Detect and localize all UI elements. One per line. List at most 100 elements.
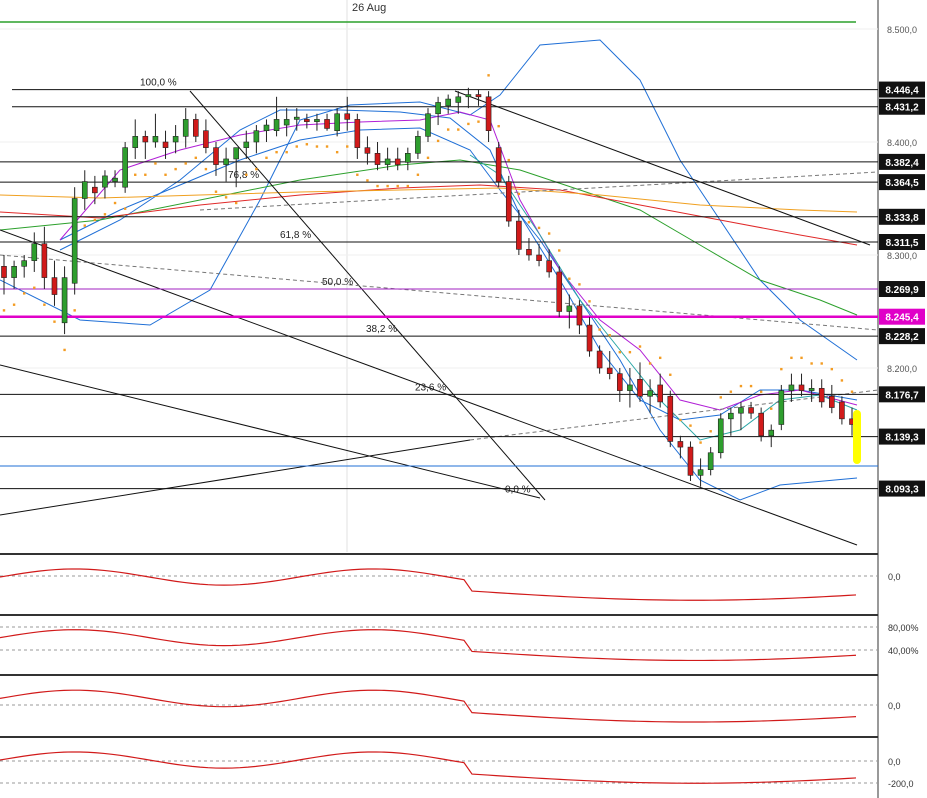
candle-body: [172, 136, 179, 143]
psar-dot: [245, 173, 248, 176]
candle-body: [11, 265, 17, 278]
candle-body: [253, 130, 260, 143]
candle-body: [112, 177, 118, 182]
psar-dot: [547, 232, 551, 235]
candle-body: [233, 147, 239, 160]
psar-dot: [83, 224, 86, 227]
candle-body: [425, 113, 431, 137]
price-chart: 100,0 % 76,8 % 61,8 % 50,0 % 38,2 % 23,6 % 0,0…: [0, 0, 927, 798]
panel-tick-label: 40,00%: [888, 646, 919, 656]
psar-dot: [588, 300, 591, 303]
candle-body: [31, 243, 38, 261]
candle-body: [728, 412, 734, 420]
psar-dot: [325, 145, 329, 148]
candle-body: [485, 96, 492, 132]
psar-dot: [648, 362, 652, 365]
psar-dot: [224, 196, 228, 199]
psar-dot: [780, 367, 783, 371]
candle-body: [152, 136, 159, 143]
date-label: 26 Aug: [352, 2, 387, 14]
candle-body: [51, 277, 58, 295]
psar-dot: [356, 173, 359, 176]
psar-dot: [810, 362, 813, 365]
y-tick-label: 8.500,0: [887, 25, 917, 35]
candle-body: [223, 158, 229, 165]
psar-dot: [699, 441, 702, 444]
candle-body: [566, 305, 573, 312]
candle-body: [314, 119, 320, 122]
y-tick-label: 8.400,0: [887, 138, 917, 148]
psar-dot: [285, 150, 288, 154]
level-price-label: 8.093,3: [885, 485, 919, 496]
candle-body: [71, 198, 78, 284]
panel-tick-label: 0,0: [888, 572, 901, 582]
psar-dot: [446, 128, 450, 131]
candle-body: [798, 384, 805, 391]
fib-label: 23,6 %: [415, 382, 446, 393]
psar-dot: [658, 356, 662, 360]
highlight-marker: [853, 410, 861, 464]
fib-label: 76,8 %: [228, 170, 259, 181]
candle-body: [546, 260, 552, 273]
candle-body: [586, 324, 593, 352]
panel-tick-label: 0,0: [888, 701, 901, 711]
psar-dot: [194, 156, 198, 160]
candle-body: [516, 220, 522, 250]
psar-dot: [214, 190, 218, 193]
candle-body: [21, 260, 27, 267]
candle-body: [606, 367, 613, 374]
psar-dot: [376, 184, 379, 188]
psar-dot: [719, 396, 722, 399]
panel-tick-label: 80,00%: [888, 623, 919, 633]
candle-body: [627, 384, 633, 391]
psar-dot: [416, 173, 420, 176]
psar-dot: [93, 218, 97, 222]
candle-body: [182, 119, 189, 137]
psar-dot: [22, 292, 26, 295]
candle-body: [384, 158, 391, 165]
candle-body: [768, 429, 775, 437]
psar-dot: [568, 277, 571, 280]
psar-dot: [366, 179, 369, 182]
psar-dot: [164, 173, 167, 176]
psar-dot: [174, 167, 177, 171]
psar-dot: [295, 145, 298, 148]
psar-dot: [73, 309, 76, 312]
candle-body: [213, 147, 219, 165]
level-price-label: 8.269,9: [885, 285, 919, 296]
psar-dot: [396, 184, 399, 188]
psar-dot: [729, 390, 733, 393]
candle-body: [354, 119, 361, 148]
candle-body: [41, 243, 48, 278]
psar-dot: [43, 303, 46, 306]
psar-dot: [2, 309, 6, 312]
psar-dot: [457, 128, 460, 131]
psar-dot: [53, 320, 56, 323]
psar-dot: [507, 158, 510, 162]
candle-body: [556, 271, 563, 312]
psar-dot: [608, 334, 611, 337]
psar-dot: [487, 74, 490, 77]
psar-dot: [103, 213, 107, 216]
candle-body: [596, 350, 603, 369]
candle-body: [617, 373, 623, 391]
psar-dot: [638, 345, 642, 348]
psar-dot: [305, 143, 309, 146]
psar-dot: [598, 328, 601, 331]
candle-body: [717, 418, 724, 454]
candle-body: [394, 158, 401, 165]
psar-dot: [689, 424, 692, 427]
panel-tick-label: -200,0: [888, 779, 914, 789]
candle-body: [536, 254, 542, 261]
psar-dot: [265, 156, 268, 160]
fib-label: 38,2 %: [366, 324, 397, 335]
candle-body: [243, 141, 250, 148]
candle-body: [687, 446, 694, 476]
candle-body: [677, 441, 684, 448]
psar-dot: [144, 173, 147, 176]
candle-body: [263, 124, 270, 132]
candle-body: [283, 119, 290, 126]
candle-body: [61, 277, 68, 324]
candle-body: [697, 469, 704, 476]
candle-body: [81, 181, 88, 199]
